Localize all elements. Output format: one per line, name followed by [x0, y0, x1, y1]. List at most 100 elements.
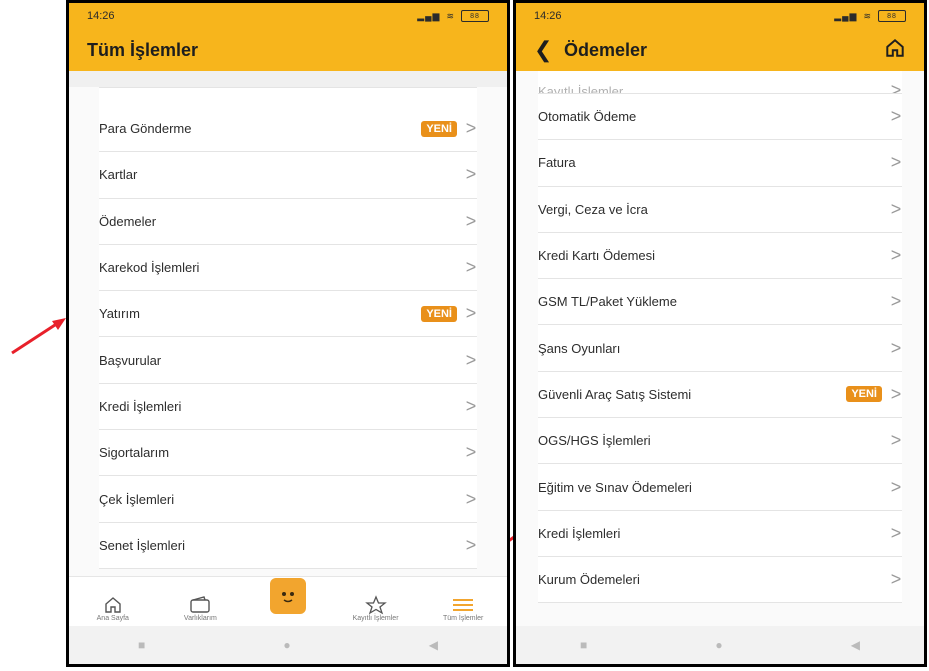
list-item[interactable]: Vergi, Ceza ve İcra >: [538, 187, 902, 233]
back-nav-button[interactable]: ◀: [851, 638, 860, 652]
list-item[interactable]: Çek İşlemleri >: [99, 476, 477, 523]
star-icon: [364, 595, 387, 615]
chevron-right-icon: >: [465, 534, 477, 555]
list-item-label: Kartlar: [99, 167, 138, 183]
recents-button[interactable]: ■: [138, 638, 145, 652]
list-item-label: Kredi Kartı Ödemesi: [538, 248, 656, 264]
back-arrow-icon[interactable]: ❮: [534, 37, 564, 63]
header: ❮ Ödemeler: [516, 29, 924, 71]
chevron-right-icon: >: [890, 383, 902, 404]
list-item[interactable]: Kredi İşlemleri >: [538, 511, 902, 557]
header: Tüm İşlemler: [69, 29, 507, 71]
list-item[interactable]: Eğitim ve Sınav Ödemeleri >: [538, 464, 902, 511]
list-item[interactable]: Sigortalarım >: [99, 430, 477, 477]
menu-list: Para Gönderme YENİ > Kartlar > Ödemeler > Karek…: [99, 87, 477, 569]
list-item[interactable]: Otomatik Ödeme >: [538, 94, 902, 141]
phone-screen-payments: 14:26 ▂▄▆ ≋ 88 ❮ Ödemeler Kayıtlı İşleml…: [513, 0, 927, 667]
list-item[interactable]: Para Gönderme YENİ >: [99, 106, 477, 153]
chevron-right-icon: >: [465, 118, 477, 139]
chevron-right-icon: >: [465, 442, 477, 463]
list-item-partial[interactable]: Kayıtlı İşlemler >: [538, 71, 902, 94]
list-item[interactable]: Kredi İşlemleri >: [99, 384, 477, 431]
signal-icon: ▂▄▆: [834, 10, 858, 21]
tab-assets[interactable]: Varlıklarım: [165, 595, 235, 622]
chevron-right-icon: >: [890, 476, 902, 497]
list-item-label: Kurum Ödemeleri: [538, 572, 640, 588]
chevron-right-icon: >: [890, 245, 902, 266]
list-item[interactable]: Kartlar >: [99, 152, 477, 199]
status-bar: 14:26 ▂▄▆ ≋ 88: [516, 3, 924, 29]
wifi-icon: ≋: [446, 10, 455, 21]
tab-home[interactable]: Ana Sayfa: [78, 595, 148, 622]
list-item-label: Kredi İşlemleri: [538, 525, 621, 541]
chevron-right-icon: >: [890, 152, 902, 173]
chevron-right-icon: >: [890, 80, 902, 94]
list-item-label: Çek İşlemleri: [99, 491, 175, 507]
chevron-right-icon: >: [890, 106, 902, 127]
status-time: 14:26: [534, 10, 562, 22]
list-item-label: Otomatik Ödeme: [538, 109, 637, 125]
annotation-arrow-left: [11, 318, 66, 355]
battery-icon: 88: [878, 10, 906, 22]
list-item-label: Güvenli Araç Satış Sistemi: [538, 386, 692, 402]
list-item-label: Eğitim ve Sınav Ödemeleri: [538, 479, 692, 495]
new-badge: YENİ: [421, 305, 457, 322]
list-item-label: Kredi İşlemleri: [99, 398, 182, 414]
chevron-right-icon: >: [465, 488, 477, 509]
list-item[interactable]: Güvenli Araç Satış Sistemi YENİ >: [538, 372, 902, 419]
bottom-tab-bar: Ana Sayfa Varlıklarım Kayıtlı İşlemler T…: [69, 576, 507, 626]
list-item[interactable]: OGS/HGS İşlemleri >: [538, 418, 902, 465]
chevron-right-icon: >: [465, 164, 477, 185]
wifi-icon: ≋: [863, 10, 872, 21]
tab-mascot[interactable]: [253, 578, 323, 622]
list-item[interactable]: Kredi Kartı Ödemesi >: [538, 233, 902, 280]
list-item-label: Ödemeler: [99, 213, 157, 229]
chevron-right-icon: >: [890, 291, 902, 312]
tab-saved[interactable]: Kayıtlı İşlemler: [341, 595, 411, 622]
list-item[interactable]: Karekod İşlemleri >: [99, 245, 477, 292]
home-icon: [105, 597, 121, 613]
list-item[interactable]: Fatura >: [538, 140, 902, 187]
home-nav-button[interactable]: ●: [715, 638, 722, 652]
chevron-right-icon: >: [465, 257, 477, 278]
list-item-label: GSM TL/Paket Yükleme: [538, 294, 677, 310]
phone-screen-all-transactions: 14:26 ▂▄▆ ≋ 88 Tüm İşlemler Para Gönderm…: [66, 0, 510, 667]
list-item-label: Karekod İşlemleri: [99, 260, 200, 276]
list-item[interactable]: GSM TL/Paket Yükleme >: [538, 279, 902, 326]
list-item[interactable]: Başvurular >: [99, 337, 477, 384]
menu-icon: [453, 599, 474, 611]
list-item-label: Senet İşlemleri: [99, 537, 185, 553]
home-icon[interactable]: [884, 37, 906, 64]
chevron-right-icon: >: [890, 569, 902, 590]
new-badge: YENİ: [846, 386, 882, 403]
list-item[interactable]: Şans Oyunları >: [538, 325, 902, 372]
mascot-icon: [269, 578, 306, 614]
chevron-right-icon: >: [465, 395, 477, 416]
chevron-right-icon: >: [465, 349, 477, 370]
chevron-right-icon: >: [890, 337, 902, 358]
chevron-right-icon: >: [465, 210, 477, 231]
status-bar: 14:26 ▂▄▆ ≋ 88: [69, 3, 507, 29]
battery-icon: 88: [461, 10, 489, 22]
list-item-label: Başvurular: [99, 352, 162, 368]
chevron-right-icon: >: [890, 522, 902, 543]
chevron-right-icon: >: [465, 303, 477, 324]
list-item-label: Yatırım: [99, 306, 140, 322]
chevron-right-icon: >: [890, 430, 902, 451]
status-time: 14:26: [87, 10, 115, 22]
list-item-label: Vergi, Ceza ve İcra: [538, 201, 648, 217]
list-item-label: Fatura: [538, 155, 576, 171]
page-title: Ödemeler: [564, 39, 648, 60]
chevron-right-icon: >: [890, 198, 902, 219]
list-item[interactable]: Ödemeler >: [99, 199, 477, 245]
page-title: Tüm İşlemler: [87, 39, 199, 60]
recents-button[interactable]: ■: [580, 638, 587, 652]
signal-icon: ▂▄▆: [417, 10, 441, 21]
back-nav-button[interactable]: ◀: [429, 638, 438, 652]
system-nav-bar: ■ ● ◀: [69, 626, 507, 664]
list-item[interactable]: Kurum Ödemeleri >: [538, 557, 902, 604]
list-item[interactable]: Senet İşlemleri >: [99, 523, 477, 569]
home-nav-button[interactable]: ●: [283, 638, 290, 652]
list-item[interactable]: Yatırım YENİ >: [99, 291, 477, 338]
tab-all[interactable]: Tüm İşlemler: [428, 595, 498, 622]
